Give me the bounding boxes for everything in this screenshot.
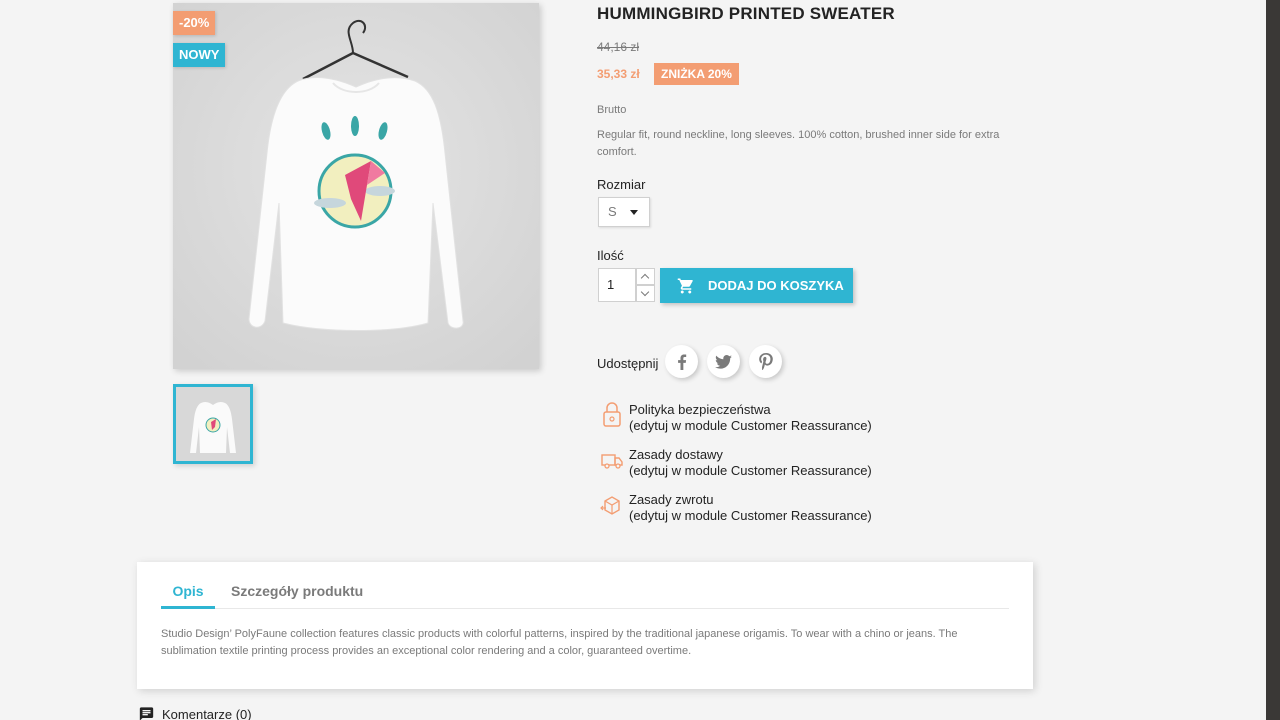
new-flag: NOWY bbox=[173, 43, 226, 67]
twitter-icon bbox=[715, 354, 732, 369]
share-label: Udostępnij bbox=[597, 356, 659, 371]
reassurance-subtitle: (edytuj w module Customer Reassurance) bbox=[629, 463, 872, 478]
add-to-cart-button[interactable]: DODAJ DO KOSZYKA bbox=[660, 268, 853, 303]
reassurance-title: Zasady dostawy bbox=[629, 447, 723, 462]
comments-label: Komentarze (0) bbox=[162, 706, 252, 720]
size-label: Rozmiar bbox=[597, 177, 646, 192]
regular-price: 44,16 zł bbox=[597, 40, 640, 54]
quantity-increment-button[interactable] bbox=[636, 268, 655, 285]
pinterest-icon bbox=[758, 353, 773, 370]
product-description: Studio Design’ PolyFaune collection feat… bbox=[161, 628, 958, 657]
caret-down-icon bbox=[630, 210, 638, 215]
return-box-icon bbox=[600, 496, 620, 515]
chevron-up-icon bbox=[640, 273, 650, 283]
product-thumbnail[interactable] bbox=[173, 384, 253, 464]
share-pinterest-button[interactable] bbox=[749, 345, 782, 378]
share-twitter-button[interactable] bbox=[707, 345, 740, 378]
reassurance-subtitle: (edytuj w module Customer Reassurance) bbox=[629, 508, 872, 523]
reassurance-subtitle: (edytuj w module Customer Reassurance) bbox=[629, 418, 872, 433]
tab-description[interactable]: Opis bbox=[161, 583, 215, 609]
tabs-nav: Opis Szczegóły produktu bbox=[161, 583, 1009, 609]
share-facebook-button[interactable] bbox=[665, 345, 698, 378]
tab-product-details[interactable]: Szczegóły produktu bbox=[231, 583, 363, 609]
padlock-icon bbox=[603, 402, 621, 427]
current-price: 35,33 zł bbox=[597, 67, 640, 81]
reassurance-item-returns: Zasady zwrotu (edytuj w module Customer … bbox=[597, 492, 1037, 526]
comment-icon bbox=[139, 707, 154, 720]
product-main-image[interactable] bbox=[173, 3, 539, 369]
window-edge bbox=[1266, 0, 1280, 720]
size-select[interactable]: S bbox=[598, 197, 650, 227]
chevron-down-icon bbox=[640, 287, 650, 297]
short-description: Regular fit, round neckline, long sleeve… bbox=[597, 129, 1000, 158]
reassurance-item-security: Polityka bezpieczeństwa (edytuj w module… bbox=[597, 402, 1037, 436]
add-to-cart-label: DODAJ DO KOSZYKA bbox=[708, 278, 844, 293]
truck-icon bbox=[601, 454, 623, 469]
product-title: HUMMINGBIRD PRINTED SWEATER bbox=[597, 4, 895, 23]
discount-flag: -20% bbox=[173, 11, 216, 35]
discount-badge: ZNIŻKA 20% bbox=[654, 63, 739, 85]
shopping-cart-icon bbox=[677, 278, 693, 293]
product-tabs-card: Opis Szczegóły produktu Studio Design’ P… bbox=[137, 562, 1033, 689]
size-select-value: S bbox=[608, 204, 617, 219]
comments-section[interactable]: Komentarze (0) bbox=[138, 706, 252, 720]
reassurance-title: Zasady zwrotu bbox=[629, 492, 714, 507]
quantity-label: Ilość bbox=[597, 248, 624, 263]
quantity-decrement-button[interactable] bbox=[636, 285, 655, 302]
quantity-input[interactable]: 1 bbox=[598, 268, 636, 302]
tax-label: Brutto bbox=[597, 104, 627, 116]
reassurance-item-delivery: Zasady dostawy (edytuj w module Customer… bbox=[597, 447, 1037, 481]
facebook-icon bbox=[677, 353, 686, 370]
reassurance-title: Polityka bezpieczeństwa bbox=[629, 402, 771, 417]
